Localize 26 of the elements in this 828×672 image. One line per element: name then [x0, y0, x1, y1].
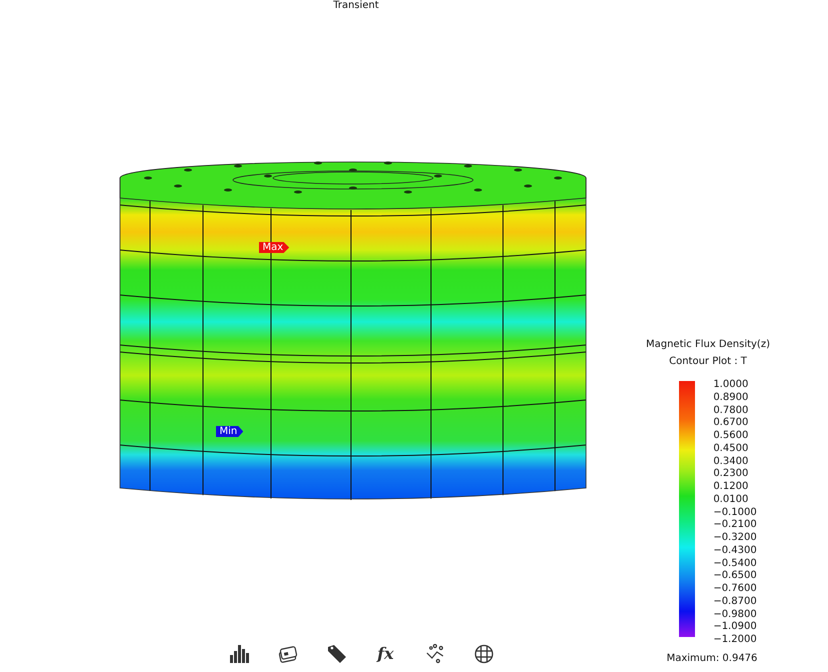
scale-value: 0.8900: [713, 392, 750, 404]
scale-value: −1.2000: [713, 634, 757, 647]
scale-value: 0.1200: [713, 481, 750, 494]
scale-value: 0.4500: [713, 442, 750, 456]
scale-value: −1.0900: [713, 621, 757, 634]
function-button[interactable]: fx: [374, 642, 398, 666]
scale-value: 1.0000: [713, 379, 750, 392]
scale-value: 0.5600: [713, 430, 750, 443]
scale-value: −0.4300: [713, 544, 757, 558]
scale-value: −0.9800: [713, 608, 757, 622]
scale-value: −0.7600: [713, 583, 757, 596]
scale-value: −0.2100: [713, 519, 757, 532]
legend-subtitle: Contour Plot : T: [669, 355, 747, 369]
scale-value: 0.3400: [713, 456, 750, 468]
scale-value: −0.1000: [713, 506, 757, 520]
scale-value: −0.6500: [713, 570, 757, 583]
scale-value: 0.0100: [713, 494, 750, 506]
legend-title: Magnetic Flux Density(z): [646, 338, 770, 352]
scale-value: −0.8700: [713, 596, 757, 608]
scale-value: −0.3200: [713, 532, 757, 545]
maximum-value: Maximum: 0.9476: [666, 652, 758, 665]
view-title: Transient: [333, 0, 379, 11]
scale-value: 0.7800: [713, 404, 750, 418]
scale-value: 0.2300: [713, 468, 750, 481]
scale-value: −0.5400: [713, 558, 757, 570]
scale-value: 0.6700: [713, 417, 750, 430]
